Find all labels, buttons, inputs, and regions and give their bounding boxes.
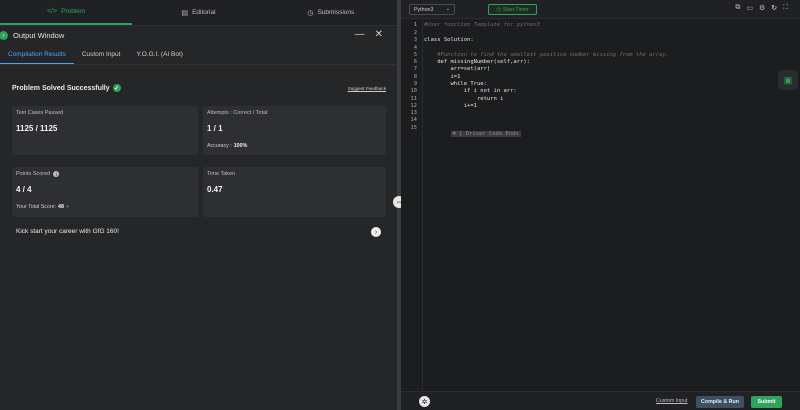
chat-icon[interactable]: ▣ bbox=[778, 70, 798, 90]
output-window-title: Output Window bbox=[13, 30, 65, 40]
check-circle-icon: ✓ bbox=[112, 84, 121, 92]
code-editor[interactable]: #User function Template for python3 clas… bbox=[424, 19, 800, 391]
line-number-gutter: 1 2 3 4 5 6 7 8 9 10 11 12 13 14 15 bbox=[401, 19, 423, 391]
solved-status: Problem Solved Successfully ✓ bbox=[12, 84, 121, 92]
line-number: 12 bbox=[410, 103, 417, 109]
code-icon: </> bbox=[46, 8, 58, 15]
line-number: 10 bbox=[410, 88, 417, 94]
reset-icon[interactable]: ↻ bbox=[771, 4, 777, 12]
attempts-card: Attempts : Correct / Total 1 / 1 Accurac… bbox=[203, 106, 386, 155]
app-root: </> Problem ▤ Editorial ◷ Submissions › … bbox=[0, 0, 800, 410]
line-number: 15 bbox=[410, 125, 417, 131]
output-panel: › Output Window — ✕ Compilation Results … bbox=[0, 26, 397, 410]
time-taken-label: Time Taken bbox=[207, 171, 236, 177]
fullscreen-icon[interactable]: ⛶ bbox=[783, 4, 788, 12]
line-number: 1 bbox=[413, 22, 417, 28]
test-cases-value: 1125 / 1125 bbox=[16, 124, 58, 133]
line-number: 14 bbox=[410, 117, 417, 123]
kickstart-banner-text[interactable]: Kick start your career with GfG 160! bbox=[16, 228, 119, 235]
code-line: def missingNumber(self,arr): bbox=[424, 59, 530, 65]
total-score-line: Your Total Score: 48 + bbox=[16, 204, 69, 210]
line-number: 5 bbox=[413, 52, 417, 58]
code-line: i+=1 bbox=[424, 103, 477, 109]
minimize-icon[interactable]: — bbox=[355, 29, 365, 40]
document-icon[interactable]: ▭ bbox=[746, 4, 753, 12]
tab-compilation-results[interactable]: Compilation Results bbox=[0, 45, 74, 64]
output-window-controls: — ✕ bbox=[355, 29, 383, 40]
line-number: 3 bbox=[413, 37, 417, 43]
arrow-right-icon[interactable]: › bbox=[371, 227, 381, 237]
code-line: #Function to find the smallest positive … bbox=[424, 52, 670, 58]
line-number: 9 bbox=[413, 81, 417, 87]
line-number: 13 bbox=[410, 110, 417, 116]
total-score-label: Your Total Score: bbox=[16, 204, 57, 210]
total-score-value: 48 bbox=[58, 204, 64, 210]
output-tabs: Compilation Results Custom Input Y.O.G.I… bbox=[0, 45, 397, 65]
tab-yogi-ai-bot[interactable]: Y.O.G.I. (AI Bot) bbox=[128, 45, 190, 64]
timer-icon: ◷ bbox=[496, 6, 501, 13]
close-icon[interactable]: ✕ bbox=[375, 29, 383, 40]
editor-toolbar-icons: ⧉ ▭ ⚙ ↻ ⛶ bbox=[735, 4, 788, 12]
line-number: 2 bbox=[413, 30, 417, 36]
code-line: class Solution: bbox=[424, 37, 474, 43]
line-number: 11 bbox=[410, 96, 417, 102]
code-line: #User function Template for python3 bbox=[424, 22, 540, 28]
chevron-down-icon: ⌄ bbox=[445, 6, 450, 12]
time-taken-card: Time Taken 0.47 bbox=[203, 167, 386, 217]
tab-submissions-label: Submissions bbox=[317, 9, 355, 16]
editor-footer: ✲ Custom Input Compile & Run Submit bbox=[401, 391, 800, 410]
attempts-label: Attempts : Correct / Total bbox=[207, 110, 268, 116]
tab-editorial-label: Editorial bbox=[192, 9, 216, 16]
line-number: 6 bbox=[413, 59, 417, 65]
tab-custom-input[interactable]: Custom Input bbox=[74, 45, 129, 64]
line-number: 7 bbox=[413, 66, 417, 72]
editor-toolbar: Python3 ⌄ ◷ Start Timer ⧉ ▭ ⚙ ↻ ⛶ bbox=[401, 0, 800, 19]
compile-run-button[interactable]: Compile & Run bbox=[696, 396, 744, 408]
start-timer-button[interactable]: ◷ Start Timer bbox=[488, 4, 537, 15]
test-cases-label: Test Cases Passed bbox=[16, 110, 64, 116]
language-select-value: Python3 bbox=[414, 6, 434, 13]
copy-icon[interactable]: ⧉ bbox=[735, 4, 740, 12]
collapse-panel-icon[interactable]: › bbox=[0, 31, 8, 40]
plus-icon: + bbox=[65, 204, 70, 210]
line-number: 8 bbox=[413, 74, 417, 80]
settings-icon[interactable]: ⚙ bbox=[759, 4, 765, 12]
problem-tabs-bar: </> Problem ▤ Editorial ◷ Submissions bbox=[0, 0, 397, 26]
code-line-folded[interactable]: # } Driver Code Ends bbox=[424, 125, 521, 143]
accuracy-line: Accuracy :100% bbox=[207, 143, 247, 149]
code-line: if i not in arr: bbox=[424, 88, 517, 94]
tab-editorial[interactable]: ▤ Editorial bbox=[132, 0, 264, 25]
tab-submissions[interactable]: ◷ Submissions bbox=[265, 0, 397, 25]
solved-status-text: Problem Solved Successfully bbox=[12, 84, 110, 92]
output-window-header: › Output Window — ✕ bbox=[0, 26, 397, 44]
clock-icon: ◷ bbox=[307, 9, 314, 17]
tab-problem[interactable]: </> Problem bbox=[0, 0, 133, 25]
points-value: 4 / 4 bbox=[16, 185, 32, 194]
accuracy-label: Accuracy : bbox=[207, 143, 232, 149]
points-card: Points Scored i 4 / 4 Your Total Score: 4… bbox=[12, 167, 198, 217]
code-line: while True: bbox=[424, 81, 487, 87]
info-icon[interactable]: i bbox=[53, 171, 60, 177]
code-line: return i bbox=[424, 96, 504, 102]
suggest-feedback-link[interactable]: Suggest Feedback bbox=[348, 86, 386, 91]
line-number: 4 bbox=[413, 45, 417, 51]
time-taken-value: 0.47 bbox=[207, 185, 223, 194]
editor-panel: Python3 ⌄ ◷ Start Timer ⧉ ▭ ⚙ ↻ ⛶ 1 2 3 … bbox=[401, 0, 800, 410]
start-timer-label: Start Timer bbox=[502, 6, 529, 13]
language-select[interactable]: Python3 ⌄ bbox=[409, 4, 455, 15]
document-icon: ▤ bbox=[181, 9, 189, 17]
tab-problem-label: Problem bbox=[61, 8, 86, 15]
points-label: Points Scored bbox=[16, 171, 51, 177]
points-label-wrap: Points Scored i bbox=[16, 171, 60, 177]
custom-input-link[interactable]: Custom Input bbox=[656, 398, 688, 404]
submit-button[interactable]: Submit bbox=[751, 396, 782, 408]
attempts-value: 1 / 1 bbox=[207, 124, 223, 133]
folded-code-marker[interactable]: # } Driver Code Ends bbox=[450, 131, 521, 137]
code-line: arr=set(arr) bbox=[424, 66, 491, 72]
code-line: i=1 bbox=[424, 74, 461, 80]
accuracy-value: 100% bbox=[233, 143, 248, 149]
test-cases-card: Test Cases Passed 1125 / 1125 bbox=[12, 106, 198, 155]
settings-gear-icon[interactable]: ✲ bbox=[419, 396, 430, 407]
